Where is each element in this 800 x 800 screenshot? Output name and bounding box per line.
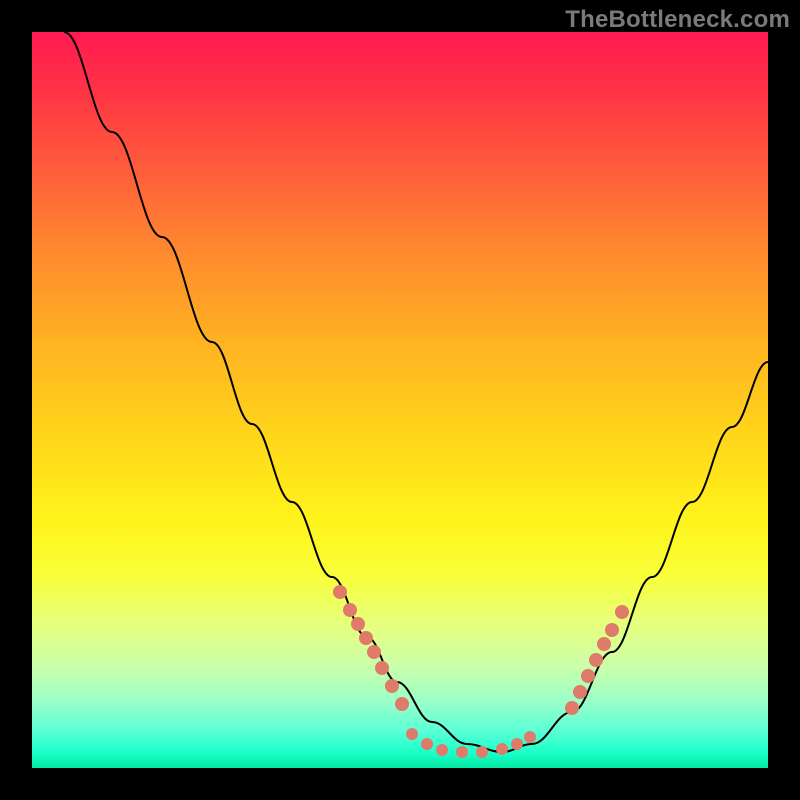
data-dot <box>456 746 468 758</box>
data-dot <box>511 738 523 750</box>
data-dot <box>333 585 347 599</box>
data-dot <box>524 731 536 743</box>
data-dot <box>395 697 409 711</box>
watermark-text: TheBottleneck.com <box>565 6 790 34</box>
data-dot <box>581 669 595 683</box>
data-dot <box>367 645 381 659</box>
data-dot <box>589 653 603 667</box>
data-dot <box>406 728 418 740</box>
left-dot-cluster <box>333 585 409 711</box>
data-dot <box>351 617 365 631</box>
data-dot <box>565 701 579 715</box>
plot-area <box>32 32 768 768</box>
data-dot <box>343 603 357 617</box>
data-dot <box>375 661 389 675</box>
data-dot <box>605 623 619 637</box>
data-dot <box>597 637 611 651</box>
data-dot <box>573 685 587 699</box>
plot-svg <box>32 32 768 768</box>
data-dot <box>421 738 433 750</box>
data-dot <box>615 605 629 619</box>
data-dot <box>385 679 399 693</box>
valley-dot-line <box>406 728 536 758</box>
data-dot <box>436 744 448 756</box>
data-dot <box>359 631 373 645</box>
data-dot <box>496 743 508 755</box>
chart-stage: TheBottleneck.com <box>0 0 800 800</box>
bottleneck-curve <box>64 32 768 752</box>
right-dot-cluster <box>565 605 629 715</box>
data-dot <box>476 746 488 758</box>
